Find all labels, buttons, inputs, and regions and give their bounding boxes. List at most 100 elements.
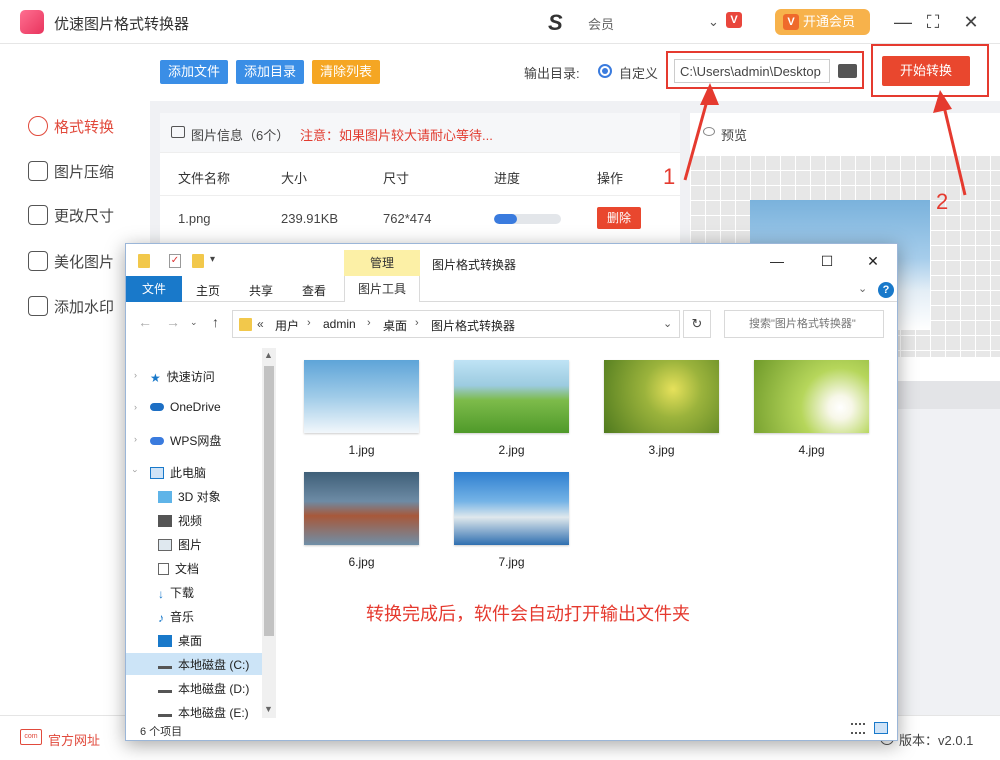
nav-desktop[interactable]: 桌面 — [158, 632, 202, 649]
file-thumbnail[interactable] — [604, 360, 719, 433]
maximize-button[interactable]: ⛶ — [921, 10, 945, 34]
nav-drive-c[interactable]: 本地磁盘 (C:) — [158, 656, 249, 673]
drive-icon — [158, 684, 172, 694]
clear-list-button[interactable]: 清除列表 — [312, 60, 381, 84]
sidebar-item-resize[interactable]: 更改尺寸 — [28, 205, 148, 229]
expand-arrow-icon[interactable]: › — [134, 402, 137, 412]
explorer-minimize-button[interactable]: — — [762, 251, 792, 271]
help-icon[interactable]: ? — [878, 282, 894, 298]
nav-this-pc[interactable]: 此电脑 — [150, 464, 206, 481]
file-name: 3.jpg — [648, 443, 675, 457]
breadcrumb-separator: › — [415, 317, 419, 329]
custom-radio[interactable] — [598, 64, 612, 78]
new-folder-icon[interactable] — [192, 254, 204, 268]
nav-label: 下载 — [170, 586, 195, 600]
folder-icon[interactable] — [838, 64, 857, 78]
breadcrumb-desktop[interactable]: 桌面 — [383, 317, 407, 334]
arrow-2-line — [940, 97, 967, 196]
chevron-down-icon[interactable]: ⌄ — [708, 14, 719, 30]
search-input[interactable] — [724, 310, 884, 338]
chevron-down-icon[interactable]: ⌄ — [663, 317, 672, 330]
nav-3d-objects[interactable]: 3D 对象 — [158, 488, 221, 505]
explorer-window: ✓ ▾ 管理 图片格式转换器 — ☐ ✕ 文件 主页 共享 查看 图片工具 ⌄ … — [125, 243, 898, 741]
nav-label: 图片 — [178, 538, 203, 552]
progress-fill — [494, 214, 518, 224]
nav-music[interactable]: ♪ 音乐 — [158, 608, 194, 625]
cloud-icon — [150, 402, 164, 411]
header-filename: 文件名称 — [178, 171, 231, 186]
add-file-button[interactable]: 添加文件 — [160, 60, 229, 84]
sidebar-item-compress[interactable]: 图片压缩 — [28, 161, 148, 185]
step-2-label: 2 — [936, 189, 949, 214]
back-arrow-icon[interactable]: ← — [138, 314, 152, 330]
nav-label: 桌面 — [178, 634, 203, 648]
vip-icon: V — [783, 14, 799, 30]
scroll-up-icon[interactable]: ▲ — [264, 350, 273, 360]
explorer-close-button[interactable]: ✕ — [858, 251, 888, 271]
sidebar-item-label: 格式转换 — [54, 119, 115, 136]
add-directory-button[interactable]: 添加目录 — [236, 60, 305, 84]
member-area[interactable]: S 会员 ⌄ — [548, 10, 728, 36]
computer-icon — [150, 466, 164, 479]
beautify-icon — [28, 251, 48, 272]
properties-icon[interactable]: ✓ — [169, 254, 181, 268]
address-row: ← → ⌄ ↑ « 用户 › admin › 桌面 › 图片格式转换器 ⌄ ↻ — [126, 306, 897, 342]
nav-quick-access[interactable]: ★ 快速访问 — [150, 368, 215, 385]
nav-documents[interactable]: 文档 — [158, 560, 199, 577]
tab-share[interactable]: 共享 — [249, 282, 273, 299]
nav-label: 3D 对象 — [178, 490, 221, 504]
delete-button[interactable]: 删除 — [597, 207, 641, 229]
file-thumbnail[interactable] — [304, 472, 419, 545]
nav-videos[interactable]: 视频 — [158, 512, 202, 529]
file-name: 6.jpg — [348, 555, 375, 569]
file-name: 4.jpg — [798, 443, 825, 457]
sidebar-item-label: 图片压缩 — [54, 164, 115, 181]
file-thumbnail[interactable] — [754, 360, 869, 433]
folder-icon — [239, 318, 252, 331]
breadcrumb-users[interactable]: 用户 — [275, 317, 299, 334]
website-link[interactable]: 官方网址 — [48, 730, 100, 749]
breadcrumb-current[interactable]: 图片格式转换器 — [431, 317, 515, 334]
divider — [160, 195, 680, 196]
file-thumbnail[interactable] — [454, 360, 569, 433]
refresh-button[interactable]: ↻ — [683, 310, 711, 338]
details-view-icon[interactable] — [851, 723, 865, 734]
expand-arrow-icon[interactable]: › — [134, 434, 137, 444]
breadcrumb-admin[interactable]: admin — [323, 317, 356, 331]
collapse-arrow-icon[interactable]: › — [131, 470, 141, 473]
file-thumbnail[interactable] — [454, 472, 569, 545]
tab-home[interactable]: 主页 — [196, 282, 220, 299]
nav-pictures[interactable]: 图片 — [158, 536, 202, 553]
customize-toolbar-icon[interactable]: ▾ — [210, 254, 215, 265]
close-button[interactable]: ✕ — [959, 10, 983, 34]
tab-file[interactable]: 文件 — [126, 276, 182, 302]
chevron-down-icon[interactable]: ⌄ — [858, 282, 867, 295]
expand-arrow-icon[interactable]: › — [134, 370, 137, 380]
sidebar-item-format-convert[interactable]: 格式转换 — [28, 116, 148, 140]
folder-icon — [138, 254, 150, 268]
forward-arrow-icon[interactable]: → — [166, 314, 180, 330]
app-title: 优速图片格式转换器 — [54, 16, 190, 33]
nav-wps[interactable]: WPS网盘 — [150, 432, 221, 449]
picture-icon — [158, 538, 172, 551]
tab-picture-tools[interactable]: 图片工具 — [344, 276, 420, 302]
nav-onedrive[interactable]: OneDrive — [150, 400, 221, 414]
open-vip-button[interactable]: V 开通会员 — [775, 9, 870, 35]
minimize-button[interactable]: — — [891, 10, 915, 34]
nav-label: 本地磁盘 (D:) — [178, 682, 250, 696]
nav-drive-d[interactable]: 本地磁盘 (D:) — [158, 680, 249, 697]
nav-downloads[interactable]: ↓ 下载 — [158, 584, 194, 601]
manage-tab[interactable]: 管理 — [344, 250, 420, 276]
file-thumbnail[interactable] — [304, 360, 419, 433]
tab-view[interactable]: 查看 — [302, 282, 326, 299]
explorer-maximize-button[interactable]: ☐ — [812, 251, 842, 271]
scrollbar-thumb[interactable] — [264, 366, 274, 636]
address-bar[interactable]: « 用户 › admin › 桌面 › 图片格式转换器 ⌄ — [232, 310, 680, 338]
large-icons-view-icon[interactable] — [874, 722, 888, 734]
scroll-down-icon[interactable]: ▼ — [264, 704, 273, 714]
recent-chevron-icon[interactable]: ⌄ — [190, 317, 198, 328]
member-logo-icon: S — [548, 10, 563, 35]
up-arrow-icon[interactable]: ↑ — [212, 314, 219, 330]
breadcrumb-overflow[interactable]: « — [257, 317, 264, 331]
sidebar-item-label: 更改尺寸 — [54, 208, 115, 225]
